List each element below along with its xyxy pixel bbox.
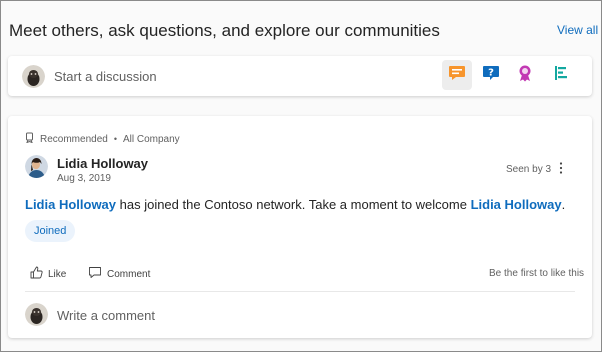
post-body: Lidia Holloway has joined the Contoso ne… (25, 197, 565, 212)
more-options-icon[interactable] (554, 161, 568, 175)
poll-post-button[interactable] (546, 60, 576, 90)
svg-text:?: ? (488, 67, 494, 78)
ribbon-icon (515, 63, 535, 88)
post-body-end: . (561, 197, 566, 212)
question-post-button[interactable]: ? (476, 60, 506, 90)
author-avatar[interactable] (25, 155, 48, 178)
author-name[interactable]: Lidia Holloway (57, 156, 148, 171)
like-status: Be the first to like this (489, 268, 585, 279)
question-icon: ? (481, 63, 501, 88)
recommended-icon (25, 132, 34, 146)
like-label: Like (48, 268, 67, 280)
post-meta: Recommended • All Company (25, 132, 180, 146)
post-card: Recommended • All Company Lidia Holloway… (8, 116, 592, 338)
post-body-text: has joined the Contoso network. Take a m… (116, 197, 471, 212)
communities-panel: Meet others, ask questions, and explore … (0, 0, 602, 352)
like-button[interactable]: Like (30, 266, 66, 282)
mention-link[interactable]: Lidia Holloway (25, 197, 116, 212)
recommended-label: Recommended (40, 133, 108, 145)
comment-button[interactable]: Comment (88, 266, 150, 282)
commenter-avatar (25, 303, 48, 326)
comment-label: Comment (107, 268, 151, 280)
start-discussion-composer[interactable]: Start a discussion ? (8, 56, 592, 96)
meta-separator: • (113, 134, 117, 144)
post-date: Aug 3, 2019 (57, 173, 111, 184)
joined-badge: Joined (25, 220, 76, 242)
write-comment-input[interactable]: Write a comment (57, 308, 155, 323)
chat-bubble-icon (447, 63, 467, 88)
view-all-link[interactable]: View all (557, 23, 598, 37)
seen-by-count[interactable]: Seen by 3 (506, 164, 551, 175)
panel-title: Meet others, ask questions, and explore … (9, 21, 440, 40)
mention-link[interactable]: Lidia Holloway (471, 197, 562, 212)
current-user-avatar (22, 65, 45, 88)
thumbs-up-icon (30, 266, 43, 282)
poll-icon (551, 63, 571, 88)
praise-post-button[interactable] (510, 60, 540, 90)
start-discussion-placeholder[interactable]: Start a discussion (54, 69, 157, 84)
discussion-post-button[interactable] (442, 60, 472, 90)
community-link[interactable]: All Company (123, 134, 180, 145)
divider (25, 291, 575, 292)
comment-icon (88, 266, 102, 282)
